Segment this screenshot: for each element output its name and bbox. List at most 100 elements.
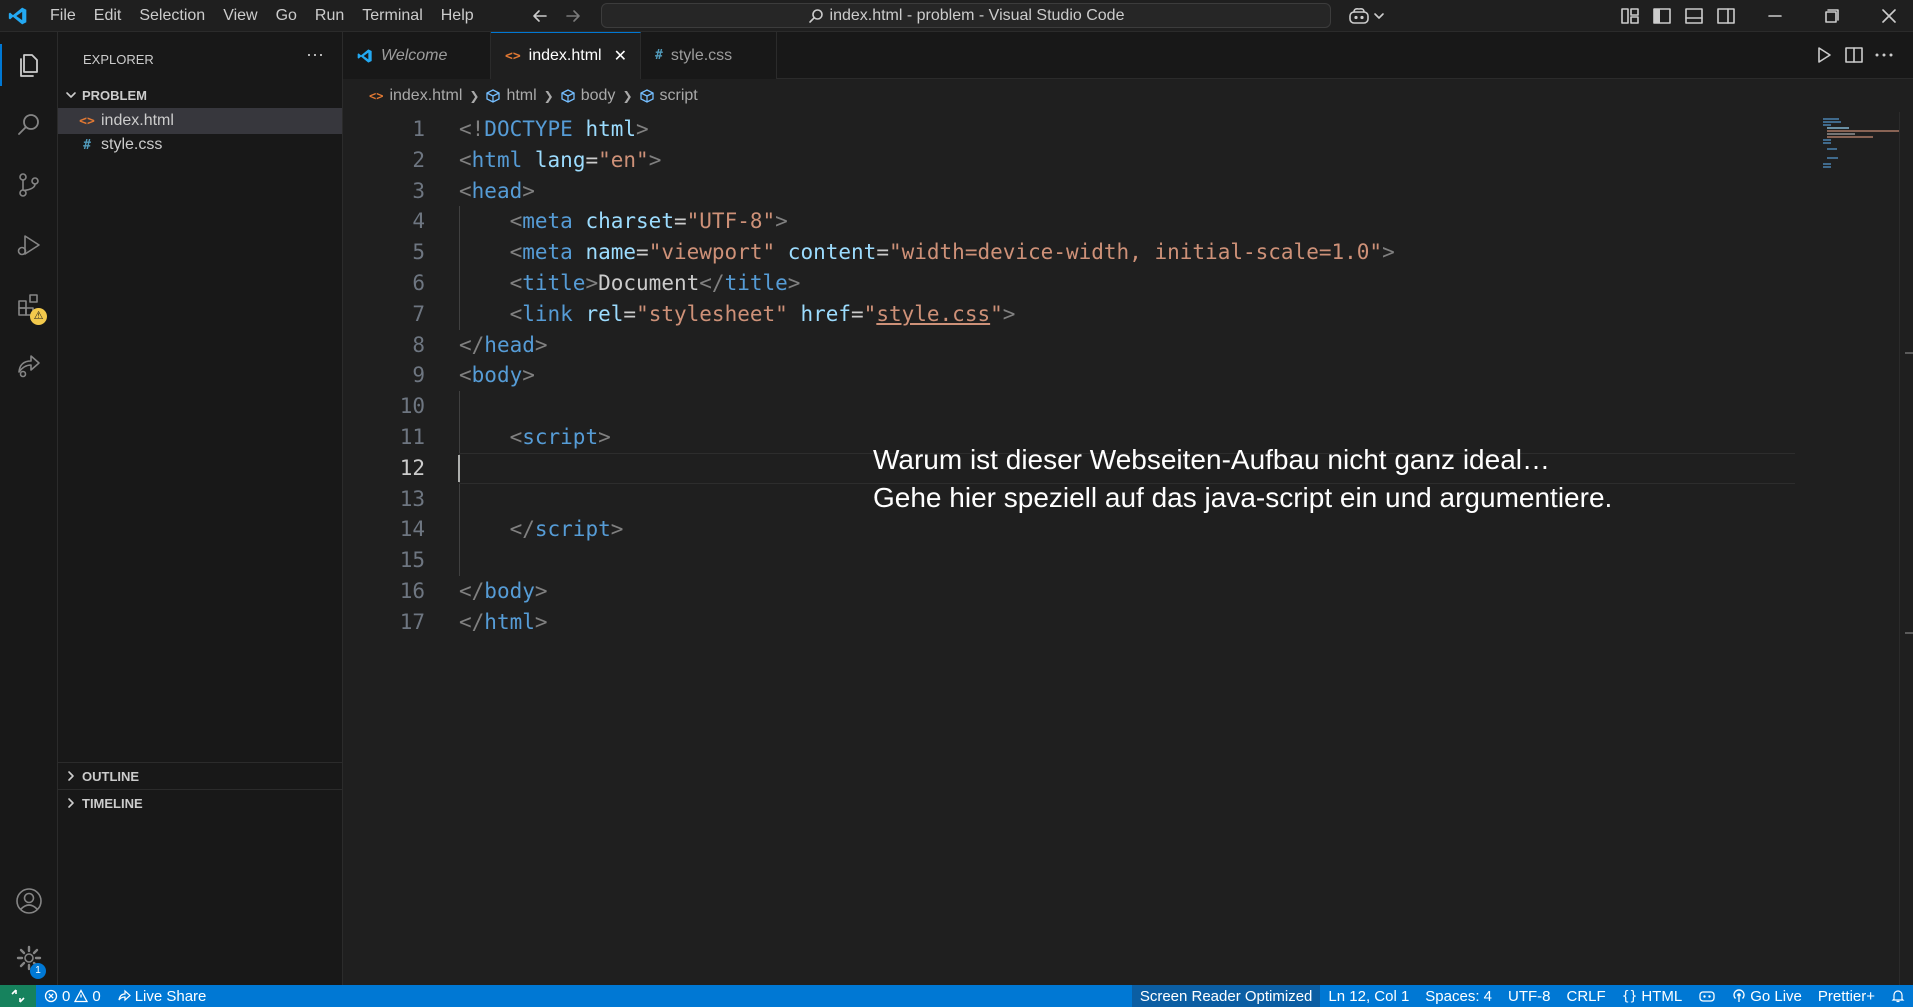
menu-selection[interactable]: Selection [130,3,214,29]
cursor-position[interactable]: Ln 12, Col 1 [1320,985,1417,1007]
copilot-button[interactable] [1347,4,1387,28]
notifications-bell[interactable] [1883,985,1913,1007]
breadcrumb-file[interactable]: <> index.html [369,87,462,105]
settings-update-badge: 1 [30,963,46,979]
code-token: = [851,301,864,326]
command-center[interactable]: index.html - problem - Visual Studio Cod… [601,3,1331,28]
code-line[interactable]: 1 <!DOCTYPE html> [343,114,1803,145]
encoding-status[interactable]: UTF-8 [1500,985,1559,1007]
file-item-style-css[interactable]: # style.css [58,132,342,158]
indentation-status[interactable]: Spaces: 4 [1417,985,1500,1007]
toggle-secondary-sidebar-icon[interactable] [1715,5,1737,27]
live-share-icon [117,989,131,1003]
prettier-status[interactable]: Prettier+ [1810,985,1883,1007]
timeline-section[interactable]: TIMELINE [58,789,342,816]
minimize-icon[interactable] [1752,0,1798,32]
close-icon[interactable]: ✕ [614,46,627,66]
css-file-icon: # [655,48,663,63]
code-editor[interactable]: 1 <!DOCTYPE html> 2 <html lang="en"> 3 <head>… [343,112,1913,985]
menu-terminal[interactable]: Terminal [353,3,431,29]
css-file-icon: # [83,137,91,153]
file-item-index-html[interactable]: <> index.html [58,108,342,134]
tab-welcome[interactable]: Welcome [343,32,491,79]
menu-help[interactable]: Help [432,3,483,29]
split-editor-icon[interactable] [1843,44,1865,66]
menu-go[interactable]: Go [267,3,306,29]
chevron-right-icon: ❯ [543,89,554,103]
copilot-status[interactable] [1690,985,1724,1007]
tab-label: style.css [670,46,733,64]
code-token: head [484,332,535,357]
code-line[interactable]: 6 <title>Document</title> [343,268,1803,299]
customize-layout-icon[interactable] [1619,5,1641,27]
chevron-right-icon: ❯ [622,89,633,103]
tab-style-css[interactable]: # style.css [641,32,777,79]
code-line[interactable]: 3 <head> [343,176,1803,207]
sidebar-title: EXPLORER [83,52,154,67]
folder-header[interactable]: PROBLEM [58,84,343,106]
code-line[interactable]: 5 <meta name="viewport" content="width=d… [343,237,1803,268]
menu-view[interactable]: View [214,3,266,29]
extensions-icon[interactable]: ⚠ [0,276,58,334]
code-line[interactable]: 4 <meta charset="UTF-8"> [343,206,1803,237]
more-actions-icon[interactable] [1873,44,1895,66]
restore-icon[interactable] [1809,0,1855,32]
eol-status[interactable]: CRLF [1559,985,1614,1007]
run-icon[interactable] [1813,44,1835,66]
code-token: > [534,579,548,603]
live-share-status[interactable]: Live Share [109,985,215,1007]
menu-run[interactable]: Run [306,3,353,29]
search-icon[interactable] [0,96,58,154]
code-token: </ [509,517,535,542]
source-control-icon[interactable] [0,156,58,214]
code-line[interactable]: 16 </body> [343,576,1803,607]
line-number: 8 [412,332,425,357]
code-line[interactable]: 8 </head> [343,330,1803,361]
go-live-button[interactable]: Go Live [1724,985,1810,1007]
line-number: 4 [412,209,425,234]
breadcrumb-script[interactable]: script [639,87,698,105]
code-line[interactable]: 7 <link rel="stylesheet" href="style.css… [343,299,1803,330]
code-line[interactable]: 2 <html lang="en"> [343,145,1803,176]
problems-indicator[interactable]: 0 0 [36,985,109,1007]
menu-edit[interactable]: Edit [85,3,131,29]
tab-index-html[interactable]: <> index.html ✕ [491,32,641,79]
timeline-label: TIMELINE [82,795,143,811]
live-share-icon[interactable] [0,336,58,394]
code-line[interactable]: 17 </html> [343,607,1803,638]
code-line[interactable]: 14 </script> [343,514,1803,545]
chevron-right-icon [64,769,78,783]
breadcrumb-label: script [659,87,698,104]
toggle-panel-icon[interactable] [1683,5,1705,27]
code-token: > [534,332,548,357]
run-debug-icon[interactable] [0,216,58,274]
code-token: link [522,301,573,326]
breadcrumb-body[interactable]: body [561,87,615,105]
encoding-label: UTF-8 [1508,987,1551,1005]
minimap[interactable] [1811,112,1901,985]
explorer-icon[interactable] [0,36,58,94]
breadcrumb-html[interactable]: html [486,87,537,105]
screen-reader-status[interactable]: Screen Reader Optimized [1131,985,1321,1007]
code-line[interactable]: 15 [343,545,1803,576]
more-actions-icon[interactable]: ··· [303,44,327,68]
account-icon[interactable] [0,872,58,930]
code-line[interactable]: 10 [343,391,1803,422]
back-arrow-icon[interactable] [530,6,550,26]
remote-indicator[interactable] [0,985,36,1007]
menu-file[interactable]: File [42,3,85,29]
code-token: </ [459,579,485,603]
language-mode[interactable]: {} HTML [1614,985,1691,1007]
toggle-primary-sidebar-icon[interactable] [1651,5,1673,27]
code-line[interactable]: 9 <body> [343,360,1803,391]
code-token: DOCTYPE [484,117,573,141]
settings-gear-icon[interactable]: 1 [0,929,58,987]
forward-arrow-icon[interactable] [563,6,583,26]
chevron-right-icon [64,796,78,810]
text-cursor [458,454,460,482]
close-window-icon[interactable] [1866,0,1912,32]
outline-section[interactable]: OUTLINE [58,762,342,789]
vertical-scrollbar[interactable] [1899,112,1913,985]
indentation-label: Spaces: 4 [1425,987,1493,1005]
line-number: 6 [412,271,425,295]
